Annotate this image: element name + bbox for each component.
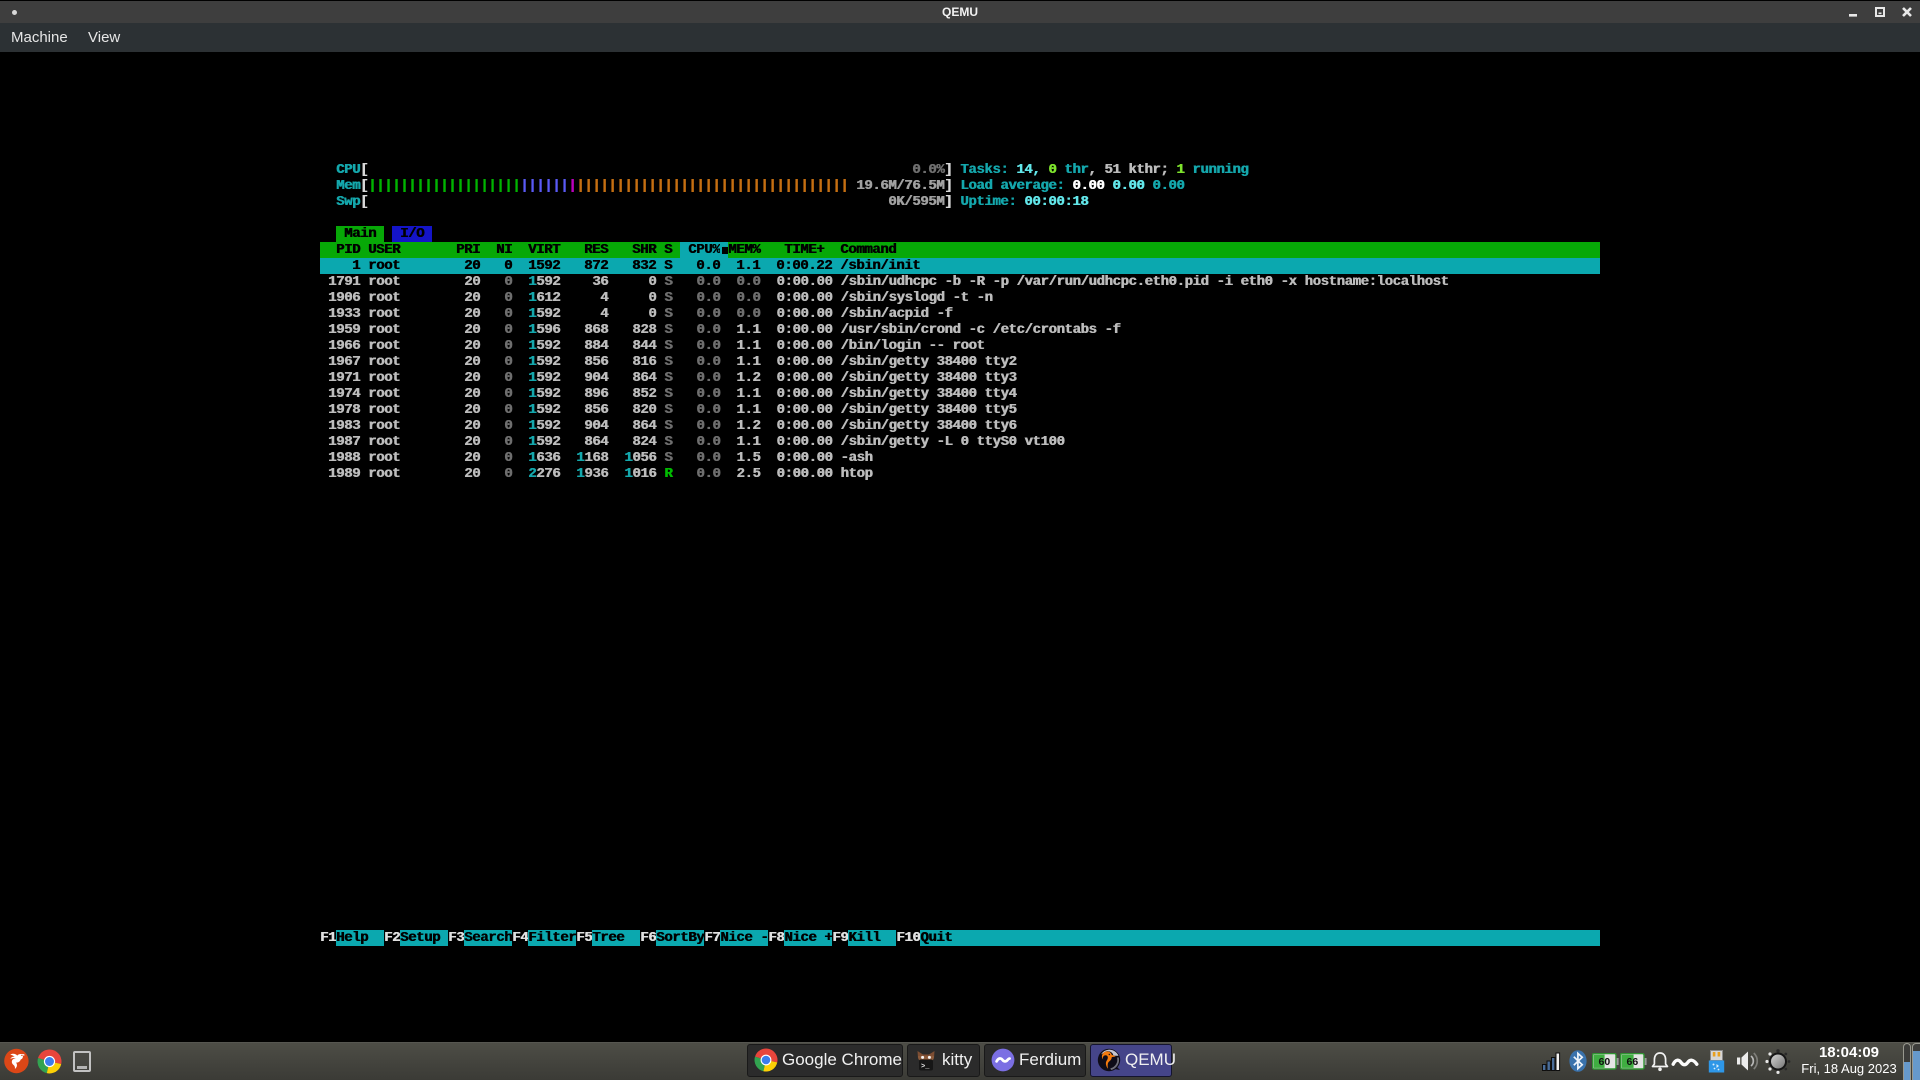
- svg-text:>_: >_: [921, 1063, 930, 1071]
- svg-text:60: 60: [1599, 1056, 1611, 1068]
- svg-text:66: 66: [1627, 1056, 1639, 1068]
